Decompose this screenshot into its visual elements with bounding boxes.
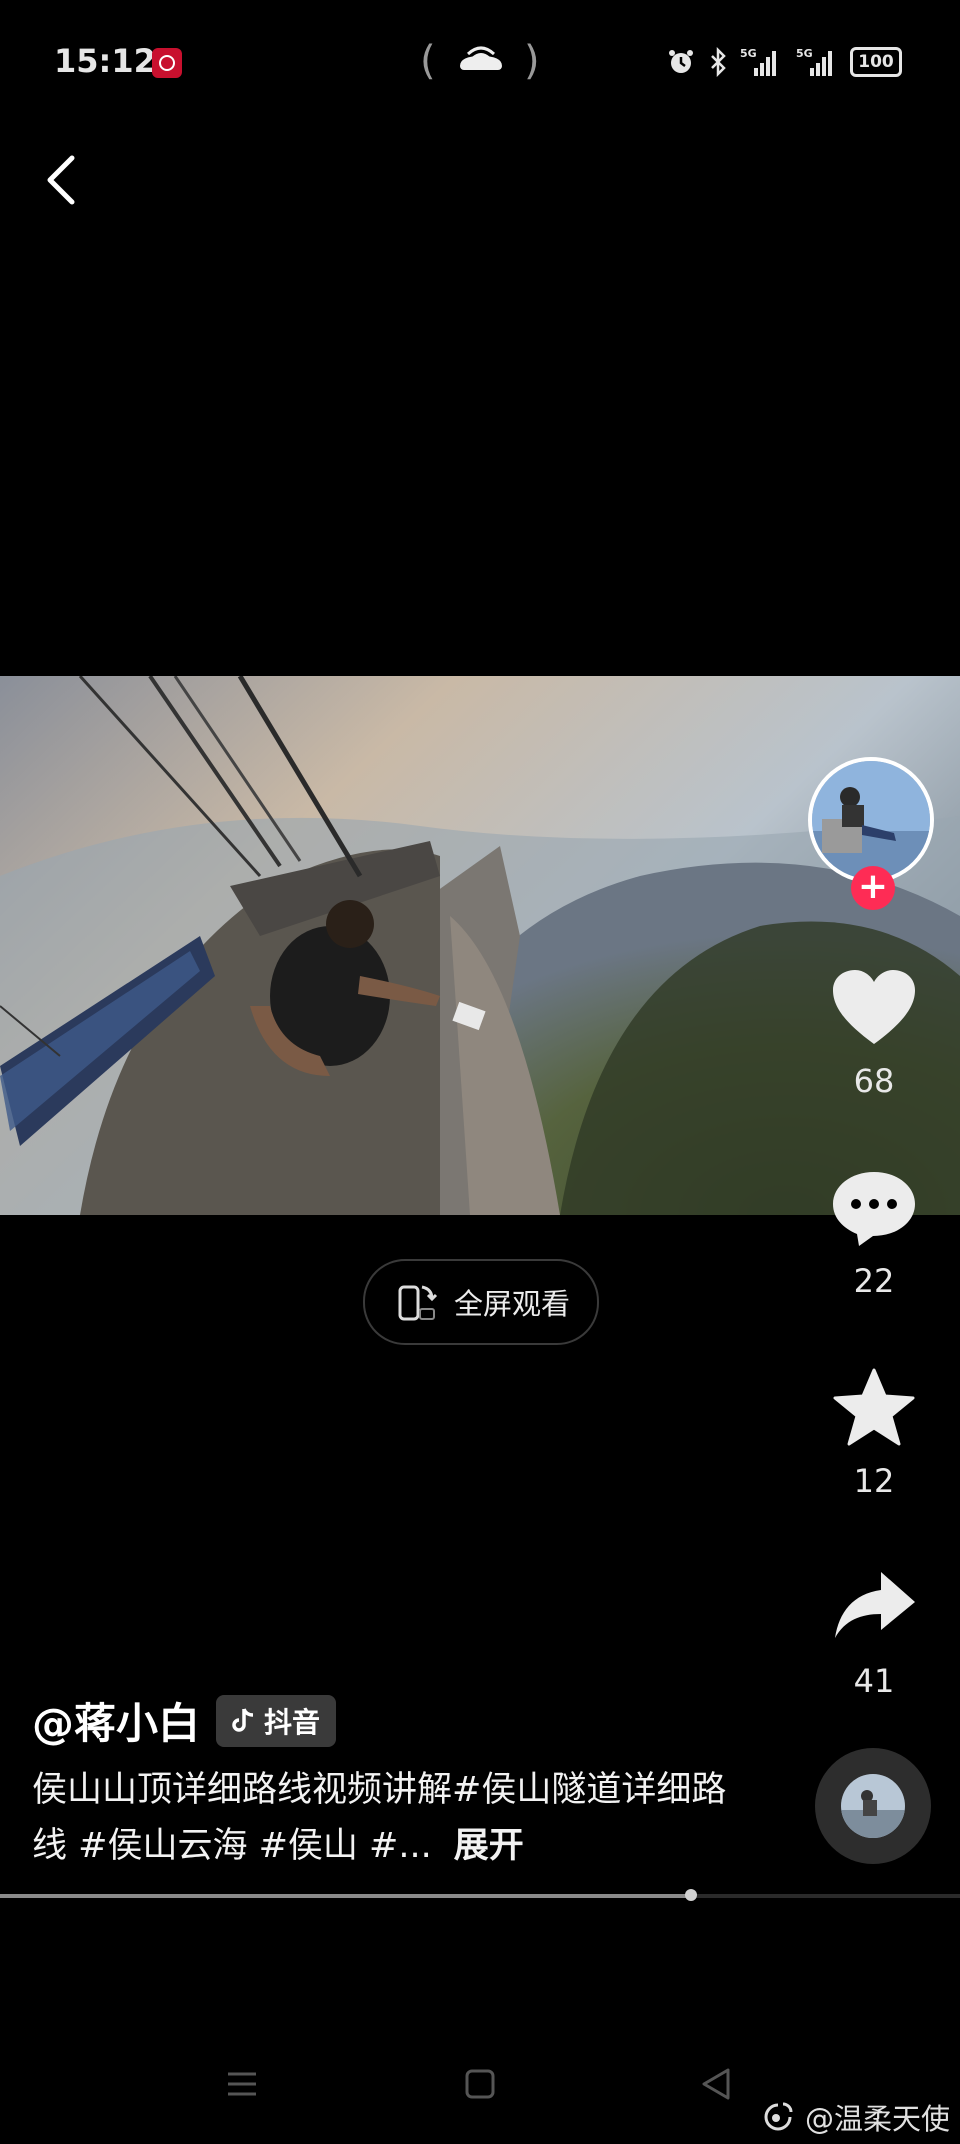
watermark-text: @温柔天使 (804, 2102, 950, 2136)
battery-indicator: 100 (850, 47, 902, 77)
back-button[interactable] (38, 150, 88, 210)
comment-button[interactable]: 22 (808, 1168, 940, 1300)
share-count: 41 (853, 1662, 895, 1700)
expand-button[interactable]: 展开 (454, 1826, 524, 1866)
alarm-icon (669, 50, 693, 73)
video-progress-bar[interactable] (0, 1889, 960, 1901)
status-time: 15:12 (54, 42, 156, 80)
bluetooth-icon (711, 47, 726, 77)
progress-knob[interactable] (685, 1889, 698, 1901)
follow-plus-button[interactable]: + (851, 866, 895, 910)
back-triangle-icon[interactable] (698, 2066, 734, 2102)
comment-count: 22 (853, 1262, 895, 1300)
music-disc-cover (841, 1774, 905, 1838)
chevron-left-icon (47, 155, 75, 205)
author-name[interactable]: @蒋小白 (32, 1690, 200, 1751)
hotspot-indicator: ( ) (420, 36, 540, 86)
svg-text:5G: 5G (740, 47, 757, 60)
status-icons: 5G 5G 100 (666, 44, 902, 80)
home-icon[interactable] (462, 2066, 498, 2102)
weibo-logo-icon (764, 2102, 793, 2131)
signal-5g-icon: 5G (740, 47, 776, 76)
share-button[interactable]: 41 (808, 1568, 940, 1700)
status-bar: 15:12 ( ) 5G 5G 100 (0, 0, 960, 125)
favorite-button[interactable]: 12 (808, 1368, 940, 1500)
description-text: 侯山山顶详细路线视频讲解#侯山隧道详细路线 #侯山云海 #侯山 #... (32, 1770, 727, 1866)
platform-tag: 抖音 (216, 1694, 337, 1747)
favorite-count: 12 (853, 1462, 895, 1500)
disc-cover-image (841, 1774, 905, 1838)
rotate-screen-icon (398, 1285, 438, 1321)
video-frame-image (0, 676, 960, 1215)
comment-icon (833, 1172, 915, 1246)
like-button[interactable]: 68 (808, 968, 940, 1100)
music-disc-button[interactable] (815, 1748, 931, 1864)
share-arrow-icon (835, 1572, 915, 1638)
fullscreen-label: 全屏观看 (453, 1287, 570, 1321)
douyin-logo-icon (232, 1707, 254, 1732)
fullscreen-watch-button[interactable]: 全屏观看 (363, 1259, 599, 1345)
avatar-image (812, 761, 930, 879)
author-row: @蒋小白 抖音 (32, 1690, 337, 1751)
menu-icon[interactable] (224, 2066, 260, 2102)
svg-text:): ) (524, 38, 540, 84)
svg-text:(: ( (420, 38, 436, 84)
bank-app-icon (152, 48, 182, 78)
post-description: 侯山山顶详细路线视频讲解#侯山隧道详细路线 #侯山云海 #侯山 #... 展开 (32, 1762, 732, 1874)
watermark: @温柔天使 (761, 2096, 950, 2138)
svg-text:5G: 5G (796, 47, 813, 60)
heart-icon (833, 970, 915, 1044)
star-icon (833, 1368, 915, 1446)
like-count: 68 (853, 1062, 895, 1100)
author-avatar[interactable] (808, 757, 934, 883)
platform-tag-label: 抖音 (264, 1705, 321, 1739)
video-player[interactable] (0, 676, 960, 1215)
progress-fill (0, 1894, 692, 1898)
hotspot-icon: ( ) (420, 38, 540, 84)
signal-5g-icon: 5G (796, 47, 832, 76)
